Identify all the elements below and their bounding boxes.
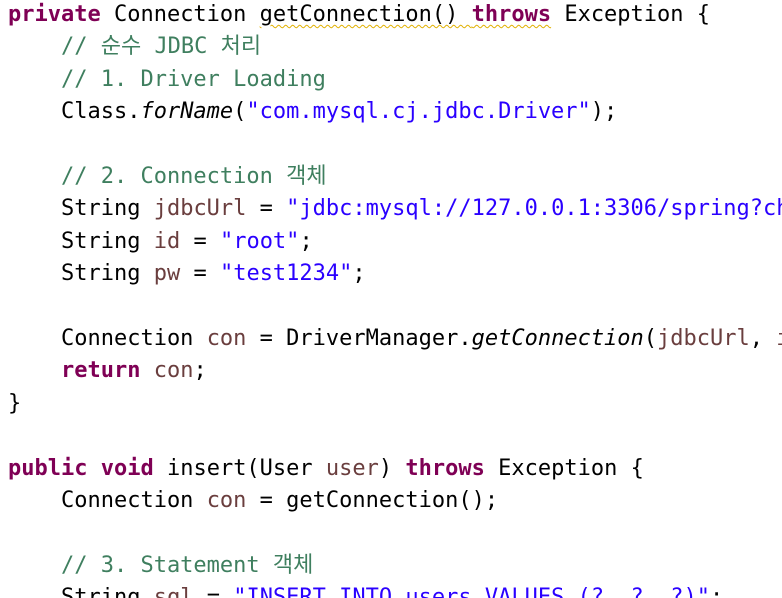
code-line[interactable]: String pw = "test1234"; xyxy=(8,258,366,290)
code-text: ; xyxy=(299,228,313,254)
code-text: String xyxy=(8,228,154,254)
keyword-token: void xyxy=(100,455,154,481)
variable-token: sql xyxy=(153,585,194,598)
keyword-token: throws xyxy=(405,455,485,481)
keyword-token: return xyxy=(60,358,141,384)
comment-token: // 3. Statement 객체 xyxy=(8,552,314,578)
method-token: getConnection xyxy=(471,326,644,351)
string-literal: "root" xyxy=(219,228,300,254)
variable-token: con xyxy=(206,488,247,513)
string-literal: "jdbc:mysql://127.0.0.1:3306/spring?char… xyxy=(286,196,782,222)
code-text: insert(User xyxy=(153,455,326,481)
code-text: = xyxy=(180,228,220,254)
code-text: String xyxy=(8,196,154,222)
code-text: ( xyxy=(643,326,658,351)
variable-token: id xyxy=(776,326,782,351)
variable-token: con xyxy=(153,358,194,384)
code-text: } xyxy=(8,390,22,416)
keyword-token: throws xyxy=(471,2,552,27)
code-line[interactable]: // 3. Statement 객체 xyxy=(8,550,313,582)
code-line[interactable]: String jdbcUrl = "jdbc:mysql://127.0.0.1… xyxy=(8,193,782,225)
code-line[interactable]: Connection con = DriverManager.getConnec… xyxy=(8,323,782,355)
code-editor[interactable]: private Connection getConnection() throw… xyxy=(0,0,782,598)
code-text: , xyxy=(749,326,777,351)
code-line[interactable]: String sql = "INSERT INTO users VALUES (… xyxy=(8,582,723,598)
code-text: = DriverManager. xyxy=(246,326,472,351)
code-line[interactable]: // 순수 JDBC 처리 xyxy=(8,31,261,63)
code-text: ; xyxy=(193,358,207,384)
code-text: Exception { xyxy=(484,455,644,481)
code-line[interactable]: public void insert(User user) throws Exc… xyxy=(8,453,644,485)
code-line[interactable]: private Connection getConnection() throw… xyxy=(8,0,710,31)
variable-token: jdbcUrl xyxy=(153,196,247,222)
code-text: getConnection() xyxy=(259,2,472,27)
code-text: Connection xyxy=(8,326,207,351)
comment-token: // 2. Connection 객체 xyxy=(8,164,327,189)
code-text: String xyxy=(8,585,154,598)
code-line[interactable]: Connection con = getConnection(); xyxy=(8,485,498,517)
method-token: forName xyxy=(140,99,234,125)
variable-token: con xyxy=(206,326,247,351)
variable-token: id xyxy=(153,228,181,254)
code-line[interactable]: String id = "root"; xyxy=(8,226,313,258)
code-text: ); xyxy=(590,99,618,125)
variable-token: pw xyxy=(153,261,181,287)
code-line[interactable]: } xyxy=(8,388,21,420)
code-text: Class. xyxy=(8,99,141,125)
string-literal: "com.mysql.cj.jdbc.Driver" xyxy=(246,99,591,125)
code-text: Exception { xyxy=(551,2,711,27)
code-text: Connection xyxy=(100,2,260,27)
string-literal: "INSERT INTO users VALUES (?, ?, ?)" xyxy=(233,585,711,598)
variable-token: user xyxy=(325,455,379,481)
string-literal: "test1234" xyxy=(219,261,353,287)
code-line[interactable]: // 2. Connection 객체 xyxy=(8,161,327,193)
code-text: Connection xyxy=(8,488,207,513)
keyword-token: private xyxy=(8,2,101,27)
code-text: String xyxy=(8,261,154,287)
comment-token: // 순수 JDBC 처리 xyxy=(8,34,262,60)
code-text: ; xyxy=(352,261,366,287)
keyword-token: public xyxy=(8,455,88,481)
code-text: = xyxy=(246,196,287,222)
code-text: = xyxy=(193,585,234,598)
variable-token: jdbcUrl xyxy=(657,326,750,351)
comment-token: // 1. Driver Loading xyxy=(8,66,326,92)
code-line[interactable]: // 1. Driver Loading xyxy=(8,64,326,96)
code-text: = getConnection(); xyxy=(246,488,499,513)
code-line[interactable]: return con; xyxy=(8,355,207,387)
code-line[interactable]: Class.forName("com.mysql.cj.jdbc.Driver"… xyxy=(8,96,617,128)
code-text: ) xyxy=(378,455,406,481)
code-text: ; xyxy=(710,585,724,598)
code-text: ( xyxy=(233,99,247,125)
code-text: = xyxy=(180,261,220,287)
